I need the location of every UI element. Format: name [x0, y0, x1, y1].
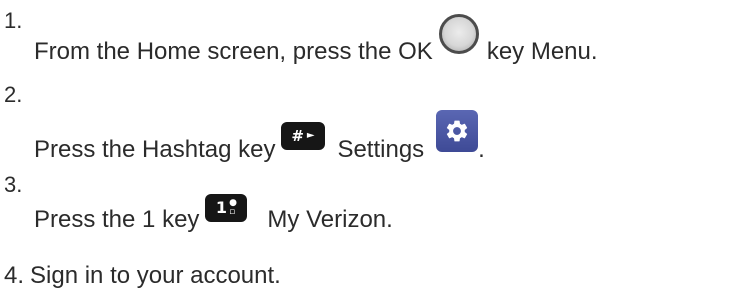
step-text: . [478, 136, 485, 163]
gear-icon [447, 120, 468, 142]
step-instruction: Press the 1 key 1 ● ▫ My Verizon. [34, 192, 393, 232]
ok-key-icon [438, 14, 479, 54]
settings-gear-icon [436, 110, 479, 152]
step-text: key Menu. [486, 38, 598, 65]
step-instruction: 4. Sign in to your account. [4, 256, 281, 288]
step-text: Press the Hashtag key [34, 136, 276, 163]
step-instruction: Press the Hashtag key # ► Settings . [34, 110, 485, 162]
step-text: From the Home screen, press the OK [34, 38, 433, 65]
step-number: 2. [4, 82, 23, 107]
step-number: 1. [4, 8, 23, 33]
step-text: My Verizon. [267, 206, 393, 233]
hashtag-key-label: # [291, 126, 305, 145]
step-number: 4. [4, 262, 25, 289]
one-key-label: 1 [215, 198, 228, 217]
one-key-icon: 1 ● ▫ [205, 194, 248, 222]
step-text: Settings [337, 136, 425, 163]
hashtag-key-icon: # ► [281, 122, 326, 150]
step-text: Press the 1 key [34, 206, 200, 233]
step-instruction: From the Home screen, press the OK key M… [34, 14, 598, 65]
step-text: Sign in to your account. [30, 262, 281, 289]
step-number: 3. [4, 172, 23, 197]
